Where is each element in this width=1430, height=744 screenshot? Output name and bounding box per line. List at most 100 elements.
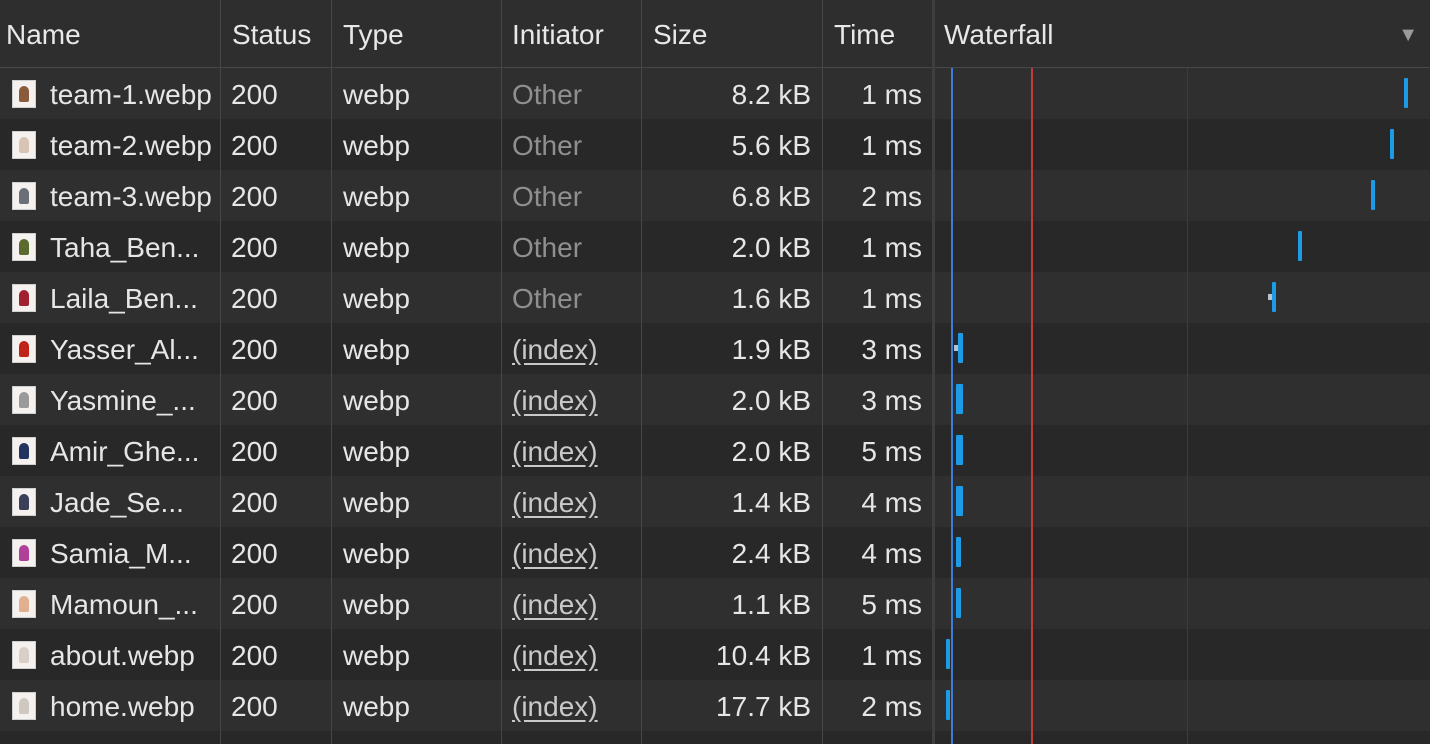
image-thumbnail-icon [12,386,36,414]
request-status: 200 [231,334,278,365]
table-row[interactable]: Jade_Se... 200 webp (index) 1.4 kB 4 ms [0,476,1430,527]
column-divider[interactable] [501,0,502,744]
request-name: Laila_Ben... [50,283,198,314]
request-status: 200 [231,232,278,263]
request-time: 3 ms [861,334,922,365]
thumbnail-figure [19,392,29,408]
table-row[interactable]: Laila_Ben... 200 webp Other 1.6 kB 1 ms [0,272,1430,323]
column-divider[interactable] [331,0,332,744]
waterfall-bar[interactable] [954,333,963,363]
waterfall-bar[interactable] [946,690,950,720]
request-type: webp [343,538,410,569]
request-type: webp [343,130,410,161]
waterfall-bar[interactable] [1298,231,1302,261]
column-header-size[interactable]: Size [647,0,823,68]
waterfall-bar[interactable] [1390,129,1394,159]
table-row[interactable]: Amir_Ghe... 200 webp (index) 2.0 kB 5 ms [0,425,1430,476]
table-row[interactable]: home.webp 200 webp (index) 17.7 kB 2 ms [0,680,1430,731]
table-row[interactable]: Mamoun_... 200 webp (index) 1.1 kB 5 ms [0,578,1430,629]
waterfall-bar[interactable] [956,435,963,465]
column-header-initiator[interactable]: Initiator [506,0,642,68]
column-header-type[interactable]: Type [337,0,501,68]
request-status: 200 [231,181,278,212]
request-time: 1 ms [861,640,922,671]
thumbnail-figure [19,647,29,663]
table-row[interactable]: about.webp 200 webp (index) 10.4 kB 1 ms [0,629,1430,680]
waterfall-gridline [1187,68,1188,744]
waterfall-bar[interactable] [1371,180,1375,210]
table-row[interactable]: Taha_Ben... 200 webp Other 2.0 kB 1 ms [0,221,1430,272]
request-initiator[interactable]: (index) [512,323,637,374]
waterfall-bar[interactable] [1268,282,1276,312]
request-name: Amir_Ghe... [50,436,200,467]
thumbnail-figure [19,494,29,510]
column-header-waterfall[interactable]: Waterfall [938,0,1378,68]
request-initiator[interactable]: (index) [512,425,637,476]
request-type: webp [343,436,410,467]
table-row[interactable]: Samia_M... 200 webp (index) 2.4 kB 4 ms [0,527,1430,578]
request-name: Taha_Ben... [50,232,200,263]
request-time: 5 ms [861,589,922,620]
request-name: Samia_M... [50,538,192,569]
request-time: 5 ms [861,436,922,467]
waterfall-bar[interactable] [956,486,963,516]
waterfall-bar[interactable] [956,384,963,414]
request-size: 6.8 kB [731,181,811,212]
request-name: Yasmine_... [50,385,196,416]
image-thumbnail-icon [12,692,36,720]
request-name: home.webp [50,691,195,722]
waterfall-bar[interactable] [956,588,961,618]
request-initiator[interactable]: (index) [512,374,637,425]
request-status: 200 [231,436,278,467]
sort-descending-icon[interactable]: ▼ [1398,0,1418,68]
column-divider[interactable] [822,0,823,744]
request-name: team-1.webp [50,79,212,110]
table-row[interactable]: team-3.webp 200 webp Other 6.8 kB 2 ms [0,170,1430,221]
request-status: 200 [231,79,278,110]
column-header-status[interactable]: Status [226,0,332,68]
request-time: 2 ms [861,181,922,212]
request-status: 200 [231,130,278,161]
request-initiator[interactable]: (index) [512,476,637,527]
request-name: Jade_Se... [50,487,184,518]
column-header-name[interactable]: Name [0,0,220,68]
image-thumbnail-icon [12,539,36,567]
image-thumbnail-icon [12,590,36,618]
table-row[interactable]: team-1.webp 200 webp Other 8.2 kB 1 ms [0,68,1430,119]
request-type: webp [343,589,410,620]
request-status: 200 [231,487,278,518]
request-size: 17.7 kB [716,691,811,722]
request-status: 200 [231,538,278,569]
image-thumbnail-icon [12,488,36,516]
column-divider[interactable] [220,0,221,744]
request-initiator[interactable]: (index) [512,629,637,680]
thumbnail-figure [19,239,29,255]
request-size: 5.6 kB [731,130,811,161]
request-type: webp [343,232,410,263]
waterfall-bar[interactable] [1404,78,1408,108]
image-thumbnail-icon [12,182,36,210]
waterfall-divider[interactable] [932,0,935,744]
request-status: 200 [231,589,278,620]
thumbnail-figure [19,698,29,714]
request-type: webp [343,691,410,722]
table-row[interactable]: Yasmine_... 200 webp (index) 2.0 kB 3 ms [0,374,1430,425]
request-time: 1 ms [861,283,922,314]
image-thumbnail-icon [12,80,36,108]
request-initiator[interactable]: (index) [512,527,637,578]
table-row[interactable]: team-2.webp 200 webp Other 5.6 kB 1 ms [0,119,1430,170]
waterfall-bar[interactable] [956,537,961,567]
request-initiator[interactable]: (index) [512,680,637,731]
request-initiator: Other [512,181,583,212]
request-name: team-2.webp [50,130,212,161]
column-divider[interactable] [641,0,642,744]
request-status: 200 [231,385,278,416]
column-header-time[interactable]: Time [828,0,932,68]
image-thumbnail-icon [12,335,36,363]
waterfall-bar[interactable] [946,639,950,669]
request-time: 4 ms [861,538,922,569]
thumbnail-figure [19,86,29,102]
table-row[interactable]: Yasser_Al... 200 webp (index) 1.9 kB 3 ms [0,323,1430,374]
request-initiator[interactable]: (index) [512,578,637,629]
thumbnail-figure [19,443,29,459]
